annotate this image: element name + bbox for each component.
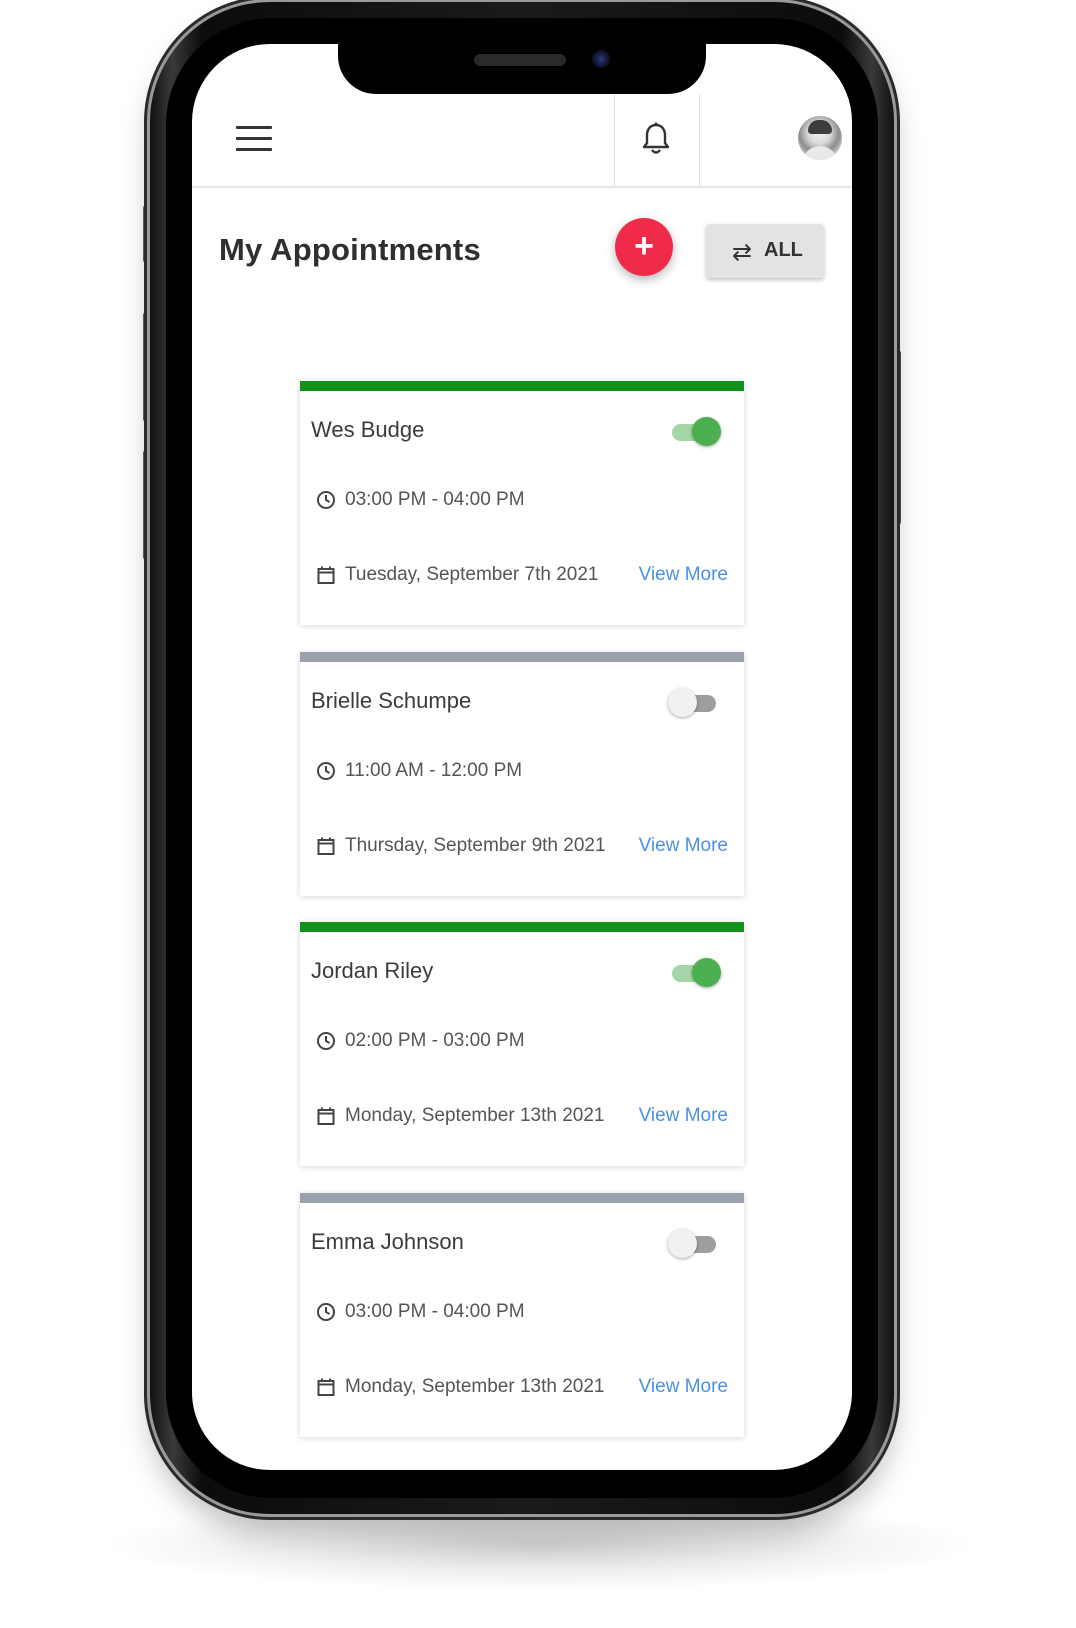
view-more-link[interactable]: View More [639,835,728,857]
client-name: Brielle Schumpe [311,688,472,713]
calendar-icon [317,566,335,584]
time-row: 03:00 PM - 04:00 PM [300,489,744,513]
date-row: Thursday, September 9th 2021 View More [300,835,744,859]
filter-all-button[interactable]: ⇄ ALL [706,224,824,278]
view-more-link[interactable]: View More [639,564,728,586]
calendar-icon [317,1378,335,1396]
mockup-stage: My Appointments + ⇄ ALL Wes Budge 03:00 … [0,0,1076,1628]
appointment-time: 11:00 AM - 12:00 PM [345,760,523,781]
appointment-date: Thursday, September 9th 2021 [345,835,606,856]
appointment-card: Brielle Schumpe 11:00 AM - 12:00 PM Thur… [300,652,744,896]
date-row: Monday, September 13th 2021 View More [300,1376,744,1400]
view-more-link[interactable]: View More [639,1376,728,1398]
appointment-date: Monday, September 13th 2021 [345,1376,605,1397]
view-more-link[interactable]: View More [639,1105,728,1127]
client-name: Jordan Riley [311,958,434,983]
time-row: 03:00 PM - 04:00 PM [300,1301,744,1325]
filter-all-label: ALL [764,239,803,261]
user-avatar[interactable] [798,116,842,160]
clock-icon [317,762,335,780]
appointment-date: Monday, September 13th 2021 [345,1105,605,1126]
client-name: Emma Johnson [311,1229,464,1254]
hamburger-menu-icon[interactable] [236,126,272,154]
appointment-time: 02:00 PM - 03:00 PM [345,1030,525,1051]
power-button [893,350,901,525]
page-title: My Appointments [219,232,481,267]
clock-icon [317,491,335,509]
notifications-button[interactable] [614,94,700,186]
date-row: Tuesday, September 7th 2021 View More [300,564,744,588]
appointment-toggle[interactable] [670,958,721,988]
appointment-toggle[interactable] [670,417,721,447]
calendar-icon [317,837,335,855]
time-row: 02:00 PM - 03:00 PM [300,1030,744,1054]
appointment-time: 03:00 PM - 04:00 PM [345,489,525,510]
app-bar [192,94,852,188]
calendar-icon [317,1107,335,1125]
appointment-card: Wes Budge 03:00 PM - 04:00 PM Tuesday, S… [300,381,744,625]
appointment-toggle[interactable] [668,1229,720,1259]
avatar-body [802,146,838,160]
add-appointment-button[interactable]: + [615,218,673,276]
earpiece-speaker [474,54,566,66]
clock-icon [317,1032,335,1050]
phone-screen: My Appointments + ⇄ ALL Wes Budge 03:00 … [192,44,852,1470]
front-camera [592,50,610,68]
date-row: Monday, September 13th 2021 View More [300,1105,744,1129]
bell-icon [642,122,670,154]
appointment-card: Emma Johnson 03:00 PM - 04:00 PM Monday,… [300,1193,744,1437]
avatar-hair [808,120,832,134]
swap-arrows-icon: ⇄ [732,239,753,266]
clock-icon [317,1303,335,1321]
appointment-toggle[interactable] [668,688,720,718]
appointment-time: 03:00 PM - 04:00 PM [345,1301,525,1322]
client-name: Wes Budge [311,417,425,442]
appointment-date: Tuesday, September 7th 2021 [345,564,599,585]
appointment-card: Jordan Riley 02:00 PM - 03:00 PM Monday,… [300,922,744,1166]
time-row: 11:00 AM - 12:00 PM [300,760,744,784]
phone-notch [338,44,706,94]
